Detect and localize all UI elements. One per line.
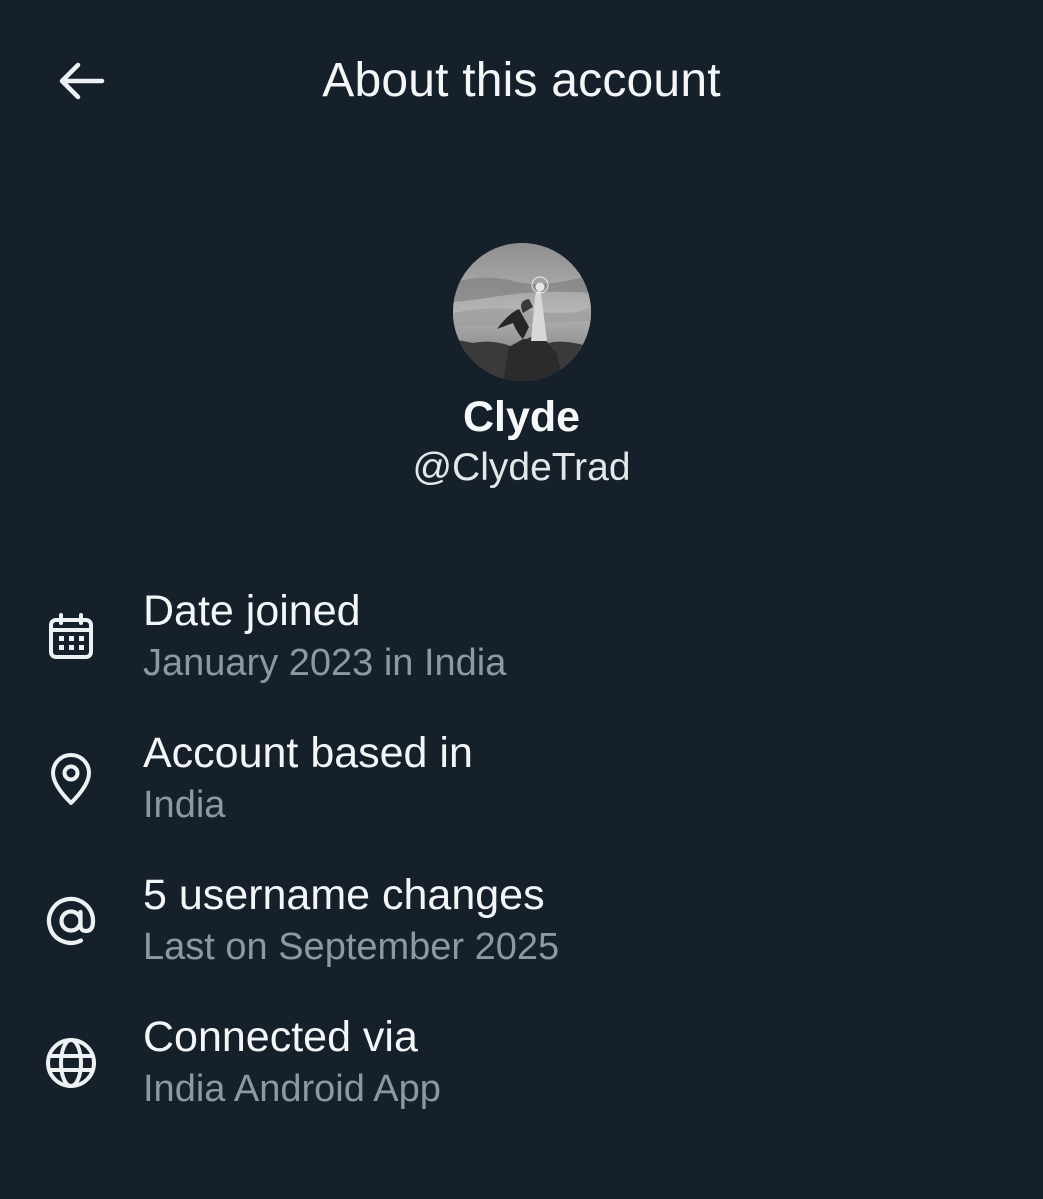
list-item-connected-via: Connected via India Android App: [0, 1010, 1043, 1152]
list-item-date-joined: Date joined January 2023 in India: [0, 584, 1043, 726]
display-name: Clyde: [462, 393, 581, 441]
row-title: 5 username changes: [143, 871, 545, 919]
at-sign-icon: [46, 896, 96, 945]
list-item-username-changes: 5 username changes Last on September 202…: [0, 868, 1043, 1010]
row-title: Date joined: [143, 587, 361, 635]
location-pin-icon: [51, 753, 91, 805]
row-subtitle: January 2023 in India: [143, 642, 507, 684]
calendar-icon: [49, 613, 93, 659]
profile-summary: Clyde @ClydeTrad: [0, 240, 1043, 493]
row-title: Account based in: [143, 729, 473, 777]
avatar[interactable]: [452, 243, 591, 381]
row-subtitle: India Android App: [143, 1068, 441, 1110]
row-subtitle: India: [143, 784, 226, 826]
top-app-bar: About this account: [0, 0, 1043, 160]
list-item-account-based-in: Account based in India: [0, 726, 1043, 868]
row-subtitle: Last on September 2025: [143, 926, 560, 968]
avatar-image: [452, 243, 591, 381]
account-info-list: Date joined January 2023 in India Accoun…: [0, 584, 1043, 1152]
username-handle: @ClydeTrad: [412, 446, 631, 489]
row-title: Connected via: [143, 1013, 418, 1061]
page-title: About this account: [322, 54, 721, 107]
globe-icon: [46, 1038, 96, 1088]
